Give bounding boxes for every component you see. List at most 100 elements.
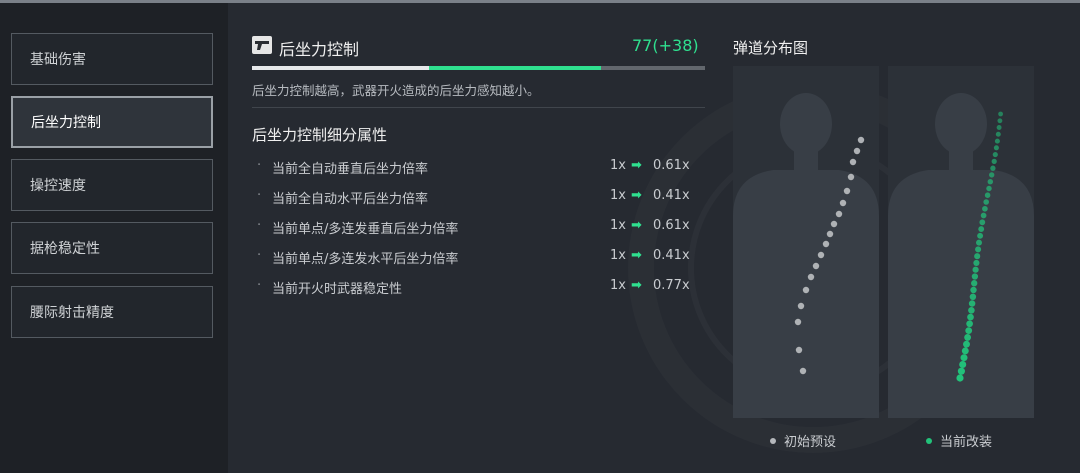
shot-dot <box>986 185 992 192</box>
sidebar-item-recoil-control[interactable]: 后坐力控制 <box>11 96 213 148</box>
shot-dot <box>975 246 982 253</box>
shot-dot <box>807 273 815 281</box>
shot-dot <box>971 280 978 287</box>
shot-dot <box>991 158 997 165</box>
shot-dot <box>967 313 974 321</box>
attribute-row: · 当前全自动水平后坐力倍率 1x ➡ 0.41x <box>252 188 705 208</box>
arrow-right-icon: ➡ <box>631 248 642 263</box>
legend-initial: 初始预设 <box>770 431 836 450</box>
attribute-name: 当前单点/多连发垂直后坐力倍率 <box>272 222 459 237</box>
shot-dot <box>795 346 803 354</box>
bullet: · <box>257 218 262 233</box>
sidebar-item-base-damage[interactable]: 基础伤害 <box>11 33 213 85</box>
shot-dot <box>826 230 834 238</box>
legend-dot <box>770 437 776 444</box>
shot-dot <box>959 360 967 369</box>
shot-dot <box>973 259 980 266</box>
shot-dot <box>853 147 861 155</box>
section-score: 77(+38) <box>632 36 699 55</box>
shot-dot <box>817 251 825 259</box>
attribute-row: · 当前全自动垂直后坐力倍率 1x ➡ 0.61x <box>252 158 705 178</box>
sidebar-item-label: 操控速度 <box>30 178 86 194</box>
shot-dot <box>835 210 843 218</box>
attribute-name: 当前开火时武器稳定性 <box>272 282 403 297</box>
legend-dot <box>926 437 932 444</box>
shot-dot <box>979 219 986 226</box>
shot-dot <box>980 212 987 219</box>
shot-dot <box>995 131 1001 137</box>
attribute-name: 当前单点/多连发水平后坐力倍率 <box>272 252 459 267</box>
shot-dot <box>968 300 976 307</box>
shot-dot <box>983 199 989 205</box>
shot-dot <box>963 340 970 348</box>
bullet: · <box>257 188 262 203</box>
shot-dot <box>987 178 994 185</box>
arrow-right-icon: ➡ <box>631 218 642 233</box>
arrow-right-icon: ➡ <box>631 188 642 203</box>
legend-modded: 当前改装 <box>926 431 992 450</box>
bullet: · <box>257 248 262 263</box>
sidebar-item-label: 后坐力控制 <box>31 115 101 131</box>
attributes-title: 后坐力控制细分属性 <box>252 126 388 144</box>
sidebar-item-label: 基础伤害 <box>30 52 86 68</box>
shot-dot <box>998 111 1003 117</box>
pistol-icon <box>252 36 272 54</box>
shot-dot <box>993 145 999 151</box>
attribute-to: 0.41x <box>653 248 690 263</box>
attribute-row: · 当前开火时武器稳定性 1x ➡ 0.77x <box>252 278 705 298</box>
shot-dot <box>997 118 1003 124</box>
shot-dot <box>972 266 979 273</box>
arrow-right-icon: ➡ <box>631 158 642 173</box>
arrow-right-icon: ➡ <box>631 278 642 293</box>
shot-dot <box>961 347 969 355</box>
attribute-from: 1x <box>610 248 626 263</box>
sidebar-item-label: 据枪稳定性 <box>30 241 100 257</box>
divider <box>252 107 705 108</box>
shot-dot <box>966 320 973 328</box>
section-title: 后坐力控制 <box>279 40 360 59</box>
shot-dot <box>992 152 998 158</box>
attribute-from: 1x <box>610 218 626 233</box>
shot-dot <box>812 262 820 270</box>
shot-dot <box>957 367 965 375</box>
shot-dot <box>971 273 979 280</box>
attribute-from: 1x <box>610 188 626 203</box>
trajectory-panel-initial <box>733 66 879 418</box>
sidebar-item-hipfire-accuracy[interactable]: 腰际射击精度 <box>11 286 213 338</box>
shot-dot <box>982 205 988 212</box>
attribute-name: 当前全自动垂直后坐力倍率 <box>272 162 429 177</box>
attribute-name: 当前全自动水平后坐力倍率 <box>272 192 429 207</box>
legend-label: 初始预设 <box>784 435 837 450</box>
shot-dot <box>847 173 855 181</box>
shot-dot <box>970 286 977 294</box>
shot-dot <box>960 354 968 362</box>
attribute-to: 0.61x <box>653 158 690 173</box>
attribute-from: 1x <box>610 278 626 293</box>
shot-dot <box>969 293 977 301</box>
stat-bar-base <box>252 66 429 70</box>
sidebar-item-handling-speed[interactable]: 操控速度 <box>11 159 213 211</box>
shot-dot <box>830 220 838 228</box>
shot-dot <box>994 138 1000 144</box>
shot-dot <box>797 302 805 310</box>
shot-dot <box>984 192 991 198</box>
shot-dot <box>843 187 851 195</box>
attribute-to: 0.61x <box>653 218 690 233</box>
shot-dot <box>976 239 982 246</box>
attribute-to: 0.41x <box>653 188 690 203</box>
shot-dot <box>965 327 973 334</box>
shot-dot <box>996 125 1002 130</box>
sidebar-item-label: 腰际射击精度 <box>30 305 114 321</box>
shot-dot <box>968 307 975 314</box>
shot-dot <box>849 158 857 166</box>
attribute-row: · 当前单点/多连发水平后坐力倍率 1x ➡ 0.41x <box>252 248 705 268</box>
sidebar-item-aim-stability[interactable]: 据枪稳定性 <box>11 222 213 274</box>
bullet: · <box>257 278 262 293</box>
legend-label: 当前改装 <box>940 435 993 450</box>
shot-dot <box>977 232 984 239</box>
sidebar: 基础伤害 后坐力控制 操控速度 据枪稳定性 腰际射击精度 <box>0 3 228 473</box>
attribute-to: 0.77x <box>653 278 690 293</box>
shot-dot <box>989 172 995 178</box>
shot-dot <box>857 136 865 144</box>
stat-bar <box>252 66 705 70</box>
